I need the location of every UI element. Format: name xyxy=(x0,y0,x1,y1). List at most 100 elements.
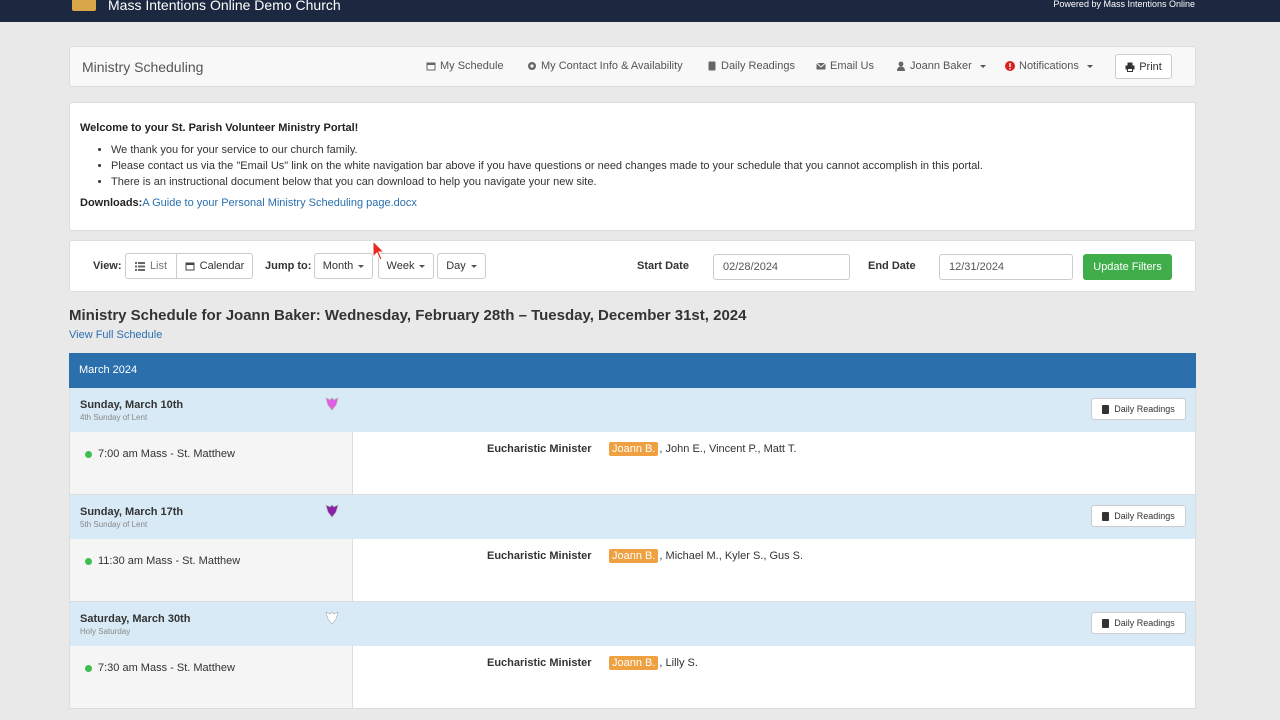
nav-email-us[interactable]: Email Us xyxy=(816,60,874,72)
vestment-icon xyxy=(325,611,339,625)
day-header: Sunday, March 10th 4th Sunday of Lent Da… xyxy=(69,388,1196,432)
welcome-list: We thank you for your service to our chu… xyxy=(111,142,1185,190)
status-dot-icon xyxy=(85,665,92,672)
list-icon xyxy=(134,261,145,271)
day-label: Day xyxy=(446,260,466,272)
welcome-bullet: There is an instructional document below… xyxy=(111,174,1185,190)
nav-notifications-label: Notifications xyxy=(1019,60,1079,72)
month-label: Month xyxy=(322,260,354,272)
jump-to-label: Jump to: xyxy=(265,260,312,272)
daily-readings-button[interactable]: Daily Readings xyxy=(1091,612,1186,634)
guide-download-link[interactable]: A Guide to your Personal Ministry Schedu… xyxy=(142,197,417,209)
user-icon xyxy=(897,61,905,71)
jump-day-dropdown[interactable]: Day xyxy=(437,253,486,279)
vestment-icon xyxy=(325,504,339,518)
update-filters-button[interactable]: Update Filters xyxy=(1083,254,1172,280)
jump-month-dropdown[interactable]: Month xyxy=(314,253,373,279)
alert-icon xyxy=(1005,61,1015,71)
downloads-row: Downloads:A Guide to your Personal Minis… xyxy=(80,197,1185,209)
other-ministers: , John E., Vincent P., Matt T. xyxy=(659,443,797,455)
status-dot-icon xyxy=(85,558,92,565)
view-full-schedule-link[interactable]: View Full Schedule xyxy=(69,329,162,341)
day-header: Sunday, March 17th 5th Sunday of Lent Da… xyxy=(69,495,1196,539)
ministry-role: Eucharistic Minister xyxy=(487,550,592,562)
daily-readings-button[interactable]: Daily Readings xyxy=(1091,505,1186,527)
chevron-down-icon xyxy=(979,64,986,68)
calendar-icon xyxy=(185,262,195,271)
chevron-down-icon xyxy=(358,264,365,268)
schedule-title: Ministry Schedule for Joann Baker: Wedne… xyxy=(69,307,747,324)
list-label: List xyxy=(149,260,168,272)
nav-contact-info[interactable]: My Contact Info & Availability xyxy=(527,60,683,72)
mass-cell: 11:30 am Mass - St. Matthew xyxy=(70,539,353,601)
daily-readings-label: Daily Readings xyxy=(1114,404,1175,414)
nav-contact-info-label: My Contact Info & Availability xyxy=(541,60,683,72)
page-title: Ministry Scheduling xyxy=(82,59,204,75)
mass-cell: 7:30 am Mass - St. Matthew xyxy=(70,646,353,708)
other-ministers: , Michael M., Kyler S., Gus S. xyxy=(659,550,804,562)
nav-notifications[interactable]: Notifications xyxy=(1005,60,1093,72)
day-date: Sunday, March 10th xyxy=(80,399,184,411)
main-navbar: Ministry Scheduling My Schedule My Conta… xyxy=(69,46,1196,87)
current-user-badge: Joann B. xyxy=(609,656,659,670)
day-header: Saturday, March 30th Holy Saturday Daily… xyxy=(69,602,1196,646)
welcome-heading: Welcome to your St. Parish Volunteer Min… xyxy=(80,122,359,134)
status-dot-icon xyxy=(85,451,92,458)
nav-email-us-label: Email Us xyxy=(830,60,875,72)
current-user-badge: Joann B. xyxy=(609,549,659,563)
assigned-people: Joann B. , Lilly S. xyxy=(609,656,698,670)
daily-readings-label: Daily Readings xyxy=(1114,511,1175,521)
powered-by: Powered by Mass Intentions Online xyxy=(1053,0,1195,9)
book-icon xyxy=(1102,511,1110,521)
downloads-label: Downloads: xyxy=(80,197,143,209)
day-date: Saturday, March 30th xyxy=(80,613,191,625)
other-ministers: , Lilly S. xyxy=(659,657,698,669)
chevron-down-icon xyxy=(1086,64,1093,68)
start-date-label: Start Date xyxy=(637,260,689,272)
nav-daily-readings-label: Daily Readings xyxy=(721,60,795,72)
list-view-button[interactable]: List xyxy=(125,253,177,279)
welcome-bullet: We thank you for your service to our chu… xyxy=(111,142,1185,158)
start-date-input[interactable]: 02/28/2024 xyxy=(713,254,850,280)
print-button[interactable]: Print xyxy=(1115,54,1172,79)
nav-user-label: Joann Baker xyxy=(910,60,972,72)
assigned-people: Joann B. , Michael M., Kyler S., Gus S. xyxy=(609,549,803,563)
filters-panel: View: List Calendar Jump to: Month Week … xyxy=(69,240,1196,292)
nav-daily-readings[interactable]: Daily Readings xyxy=(707,60,795,72)
liturgical-day: 5th Sunday of Lent xyxy=(80,520,148,529)
top-header: Mass Intentions Online Demo Church Power… xyxy=(0,0,1280,22)
nav-my-schedule-label: My Schedule xyxy=(440,60,504,72)
end-date-input[interactable]: 12/31/2024 xyxy=(939,254,1073,280)
mass-row: 7:00 am Mass - St. Matthew Eucharistic M… xyxy=(69,432,1196,495)
chevron-down-icon xyxy=(470,264,477,268)
view-label: View: xyxy=(93,260,122,272)
calendar-view-button[interactable]: Calendar xyxy=(176,253,253,279)
welcome-bullet: Please contact us via the "Email Us" lin… xyxy=(111,158,1185,174)
welcome-panel: Welcome to your St. Parish Volunteer Min… xyxy=(69,102,1196,231)
church-logo-icon xyxy=(72,0,96,11)
mass-time: 7:00 am Mass - St. Matthew xyxy=(98,448,235,460)
book-icon xyxy=(1102,618,1110,628)
mass-row: 7:30 am Mass - St. Matthew Eucharistic M… xyxy=(69,646,1196,709)
chevron-down-icon xyxy=(419,264,426,268)
nav-my-schedule[interactable]: My Schedule xyxy=(426,60,504,72)
assigned-people: Joann B. , John E., Vincent P., Matt T. xyxy=(609,442,796,456)
month-header: March 2024 xyxy=(69,353,1196,388)
end-date-label: End Date xyxy=(868,260,916,272)
gear-icon xyxy=(528,62,536,70)
nav-user-menu[interactable]: Joann Baker xyxy=(896,60,986,72)
calendar-icon xyxy=(426,62,436,71)
calendar-label: Calendar xyxy=(199,260,245,272)
envelope-icon xyxy=(816,62,826,70)
mass-cell: 7:00 am Mass - St. Matthew xyxy=(70,432,353,494)
mass-time: 11:30 am Mass - St. Matthew xyxy=(98,555,241,567)
mass-row: 11:30 am Mass - St. Matthew Eucharistic … xyxy=(69,539,1196,602)
liturgical-day: Holy Saturday xyxy=(80,627,131,636)
daily-readings-button[interactable]: Daily Readings xyxy=(1091,398,1186,420)
print-label: Print xyxy=(1139,60,1162,73)
daily-readings-label: Daily Readings xyxy=(1114,618,1175,628)
printer-icon xyxy=(1125,62,1135,72)
day-date: Sunday, March 17th xyxy=(80,506,184,518)
jump-week-dropdown[interactable]: Week xyxy=(378,253,434,279)
book-icon xyxy=(1102,404,1110,414)
